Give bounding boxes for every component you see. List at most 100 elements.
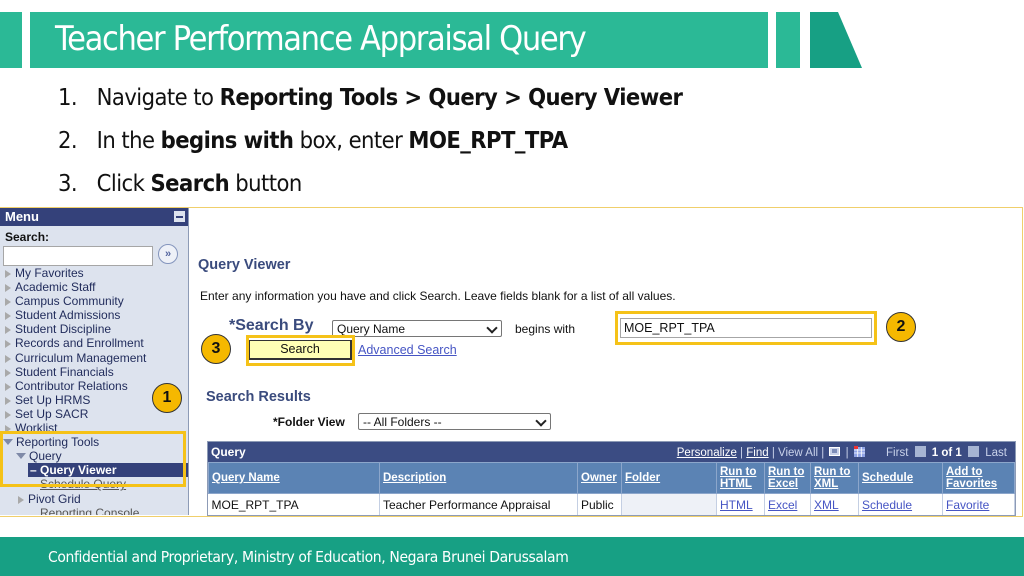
step-emphasis: Search xyxy=(150,171,230,197)
table-cell: Public xyxy=(577,493,622,515)
column-header[interactable]: Run to XML xyxy=(810,462,859,494)
menu-item-student-admissions[interactable]: Student Admissions xyxy=(0,308,188,322)
menu-item-label: Student Discipline xyxy=(15,322,112,337)
double-chevron-right-icon[interactable]: » xyxy=(158,244,178,264)
highlight-step-3 xyxy=(246,335,355,366)
run-link[interactable]: HTML xyxy=(716,493,765,515)
menu-item-campus-community[interactable]: Campus Community xyxy=(0,294,188,308)
page-title: Query Viewer xyxy=(198,257,291,273)
run-link[interactable]: Schedule xyxy=(858,493,943,515)
menu-item-my-favorites[interactable]: My Favorites xyxy=(0,266,188,280)
search-by-select[interactable]: Query Name xyxy=(332,320,502,337)
personalize-link[interactable]: Personalize xyxy=(677,447,737,459)
menu-item-label: Set Up SACR xyxy=(15,406,89,421)
column-header[interactable]: Owner xyxy=(577,462,622,494)
footer-text: Confidential and Proprietary, Ministry o… xyxy=(48,548,569,566)
step-number: 2. xyxy=(58,128,78,154)
highlight-step-1 xyxy=(0,431,186,487)
last-label: Last xyxy=(985,447,1007,459)
menu-item-curriculum-management[interactable]: Curriculum Management xyxy=(0,351,188,365)
column-header[interactable]: Add to Favorites xyxy=(942,462,1015,494)
expand-triangle-icon xyxy=(5,326,11,335)
search-instructions: Enter any information you have and click… xyxy=(200,289,676,303)
grid-title-bar: Query Personalize | Find | View All | | … xyxy=(208,442,1015,462)
menu-item-academic-staff[interactable]: Academic Staff xyxy=(0,280,188,294)
step-text: Click xyxy=(96,171,151,197)
first-label: First xyxy=(886,447,909,459)
step-text: Navigate to xyxy=(96,85,220,111)
search-by-value: Query Name xyxy=(337,322,406,336)
folder-view-select[interactable]: -- All Folders -- xyxy=(358,413,551,430)
expand-triangle-icon xyxy=(5,284,11,293)
expand-triangle-icon xyxy=(5,298,11,307)
table-cell xyxy=(621,493,717,515)
menu-item-reporting-console[interactable]: Reporting Console xyxy=(0,506,188,515)
menu-item-records-and-enrollment[interactable]: Records and Enrollment xyxy=(0,336,188,350)
results-table: Query Name Description Owner Folder Run to H… xyxy=(208,462,1015,515)
column-header[interactable]: Schedule xyxy=(858,462,943,494)
view-all-link[interactable]: View All xyxy=(778,447,818,459)
search-results-title: Search Results xyxy=(206,389,311,405)
row-count: 1 of 1 xyxy=(931,447,962,459)
menu-item-label: Curriculum Management xyxy=(15,350,147,365)
step-emphasis: Reporting Tools > Query > Query Viewer xyxy=(219,85,683,111)
find-link[interactable]: Find xyxy=(746,447,768,459)
header-accent-left xyxy=(0,12,22,68)
expand-triangle-icon xyxy=(5,312,11,321)
grid-navigation: Personalize | Find | View All | | First … xyxy=(676,446,1007,459)
menu-search-label: Search: xyxy=(5,230,50,244)
table-row: MOE_RPT_TPA Teacher Performance Appraisal… xyxy=(208,493,1015,515)
menu-item-student-discipline[interactable]: Student Discipline xyxy=(0,322,188,336)
menu-search-input[interactable] xyxy=(3,246,153,266)
operator-label: begins with xyxy=(515,322,576,336)
menu-item-label: Campus Community xyxy=(15,294,124,309)
column-header[interactable]: Description xyxy=(379,462,578,494)
next-arrow-icon[interactable] xyxy=(968,446,980,457)
folder-view-label: *Folder View xyxy=(273,415,345,429)
zoom-grid-icon[interactable] xyxy=(829,446,841,457)
menu-item-pivot-grid[interactable]: Pivot Grid xyxy=(0,492,188,506)
expand-triangle-icon xyxy=(18,495,24,504)
table-cell: MOE_RPT_TPA xyxy=(208,493,380,515)
chevron-down-icon xyxy=(535,415,547,427)
expand-triangle-icon xyxy=(5,396,11,405)
step-badge-2: 2 xyxy=(886,312,916,342)
column-header[interactable]: Run to HTML xyxy=(716,462,765,494)
advanced-search-link[interactable]: Advanced Search xyxy=(358,343,457,357)
menu-item-label: My Favorites xyxy=(15,266,84,280)
menu-item-label: Contributor Relations xyxy=(15,378,128,393)
run-link[interactable]: XML xyxy=(810,493,859,515)
column-header[interactable]: Run to Excel xyxy=(764,462,811,494)
grid-title: Query xyxy=(211,445,246,459)
menu-item-label: Set Up HRMS xyxy=(15,392,91,407)
chevron-down-icon xyxy=(486,322,498,334)
previous-arrow-icon[interactable] xyxy=(914,446,926,457)
expand-triangle-icon xyxy=(5,270,11,278)
results-grid: Query Personalize | Find | View All | | … xyxy=(207,441,1016,516)
expand-triangle-icon xyxy=(5,382,11,391)
header-accent-trapezoid xyxy=(810,12,862,68)
instruction-steps: 1. Navigate to Reporting Tools > Query > … xyxy=(58,80,737,209)
menu-item-student-financials[interactable]: Student Financials xyxy=(0,365,188,379)
step-badge-1: 1 xyxy=(152,383,182,413)
expand-triangle-icon xyxy=(5,410,11,419)
expand-triangle-icon xyxy=(5,340,11,349)
menu-item-label: Pivot Grid xyxy=(28,491,81,506)
download-spreadsheet-icon[interactable] xyxy=(853,446,865,457)
instruction-step: 3. Click Search button xyxy=(58,166,682,209)
expand-triangle-icon xyxy=(5,354,11,363)
instruction-step: 2. In the begins with box, enter MOE_RPT_… xyxy=(58,123,682,166)
run-link[interactable]: Excel xyxy=(764,493,811,515)
header-accent-bar xyxy=(776,12,800,68)
menu-item-label: Reporting Console xyxy=(40,505,140,515)
column-header[interactable]: Folder xyxy=(621,462,717,494)
collapse-icon[interactable] xyxy=(174,211,185,222)
table-cell: Teacher Performance Appraisal xyxy=(379,493,578,515)
step-text: box, enter xyxy=(293,128,409,154)
search-by-label: *Search By xyxy=(229,317,314,334)
menu-item-label: Records and Enrollment xyxy=(15,336,144,351)
column-header[interactable]: Query Name xyxy=(208,462,380,494)
slide-title: Teacher Performance Appraisal Query xyxy=(55,19,587,59)
step-badge-3: 3 xyxy=(201,334,231,364)
run-link[interactable]: Favorite xyxy=(942,493,1015,515)
